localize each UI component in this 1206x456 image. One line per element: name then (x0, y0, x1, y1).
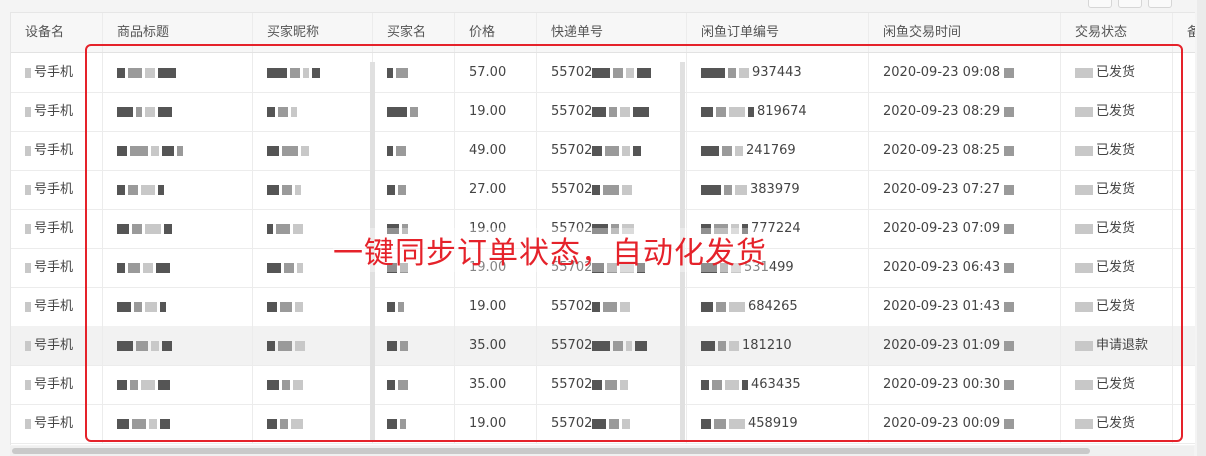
redacted-block (25, 67, 31, 78)
redacted-block (25, 262, 31, 273)
device-name: 号手机 (34, 260, 74, 275)
device-name: 号手机 (34, 416, 74, 431)
device-name: 号手机 (34, 377, 74, 392)
device-name: 号手机 (34, 104, 74, 119)
device-name: 号手机 (34, 143, 74, 158)
horizontal-scrollbar-thumb[interactable] (12, 448, 1090, 454)
redacted-block (25, 106, 31, 117)
redacted-block (25, 223, 31, 234)
toolbar-button-1[interactable] (1088, 0, 1112, 8)
device-name: 号手机 (34, 299, 74, 314)
redacted-block (25, 418, 31, 429)
overlay-caption: 一键同步订单状态，自动化发货 (333, 228, 767, 272)
vertical-scrollbar[interactable] (1197, 0, 1206, 456)
redacted-block (25, 145, 31, 156)
device-name: 号手机 (34, 65, 74, 80)
toolbar-button-3[interactable] (1148, 0, 1172, 8)
device-name: 号手机 (34, 182, 74, 197)
device-name: 号手机 (34, 338, 74, 353)
redacted-block (25, 379, 31, 390)
redacted-block (25, 340, 31, 351)
redacted-block (25, 301, 31, 312)
top-toolbar (0, 0, 1206, 12)
redacted-block (25, 184, 31, 195)
device-name: 号手机 (34, 221, 74, 236)
toolbar-button-2[interactable] (1118, 0, 1142, 8)
